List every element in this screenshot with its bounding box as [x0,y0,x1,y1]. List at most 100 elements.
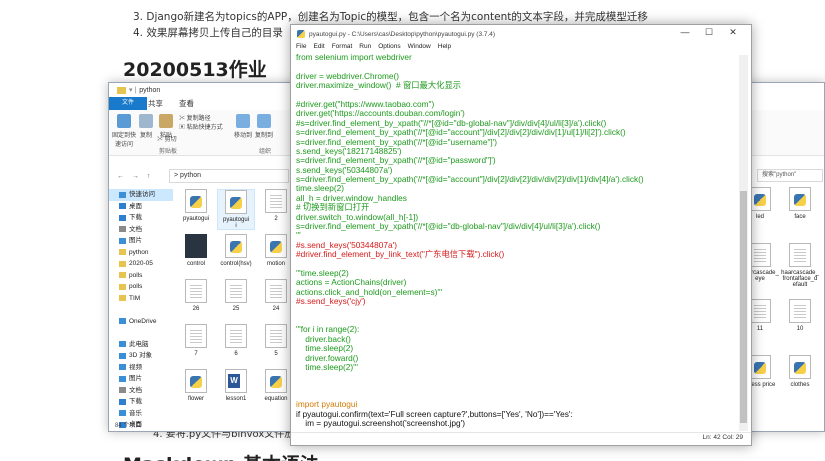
file-item[interactable]: control [177,234,215,267]
sidebar-item-label: 此电脑 [129,340,149,348]
file-item[interactable]: 7 [177,324,215,357]
folder-icon [119,191,126,198]
assignment-heading: 20200513作业 [123,59,267,81]
file-item[interactable]: flower [177,369,215,402]
sidebar-item[interactable]: 3D 对象 [109,350,173,362]
copy-to-button[interactable]: 复制到 [254,114,274,139]
explorer-title: python [139,86,161,94]
close-button[interactable]: ✕ [721,27,745,38]
file-item[interactable]: control(hsv) [217,234,255,267]
sidebar-item[interactable]: 下载 [109,396,173,408]
sidebar-item-label: 文档 [129,225,142,233]
sidebar-item[interactable]: 文档 [109,385,173,397]
code-line: '''for i in range(2): [296,324,360,335]
code-line: driver.foward() [296,352,359,363]
sidebar-item-label: 图片 [129,237,142,244]
file-item[interactable]: pyautogui [177,189,215,222]
folder-icon [119,237,126,244]
sidebar-item-label: polls [129,271,143,279]
sidebar-item[interactable]: 下载 [109,212,173,224]
sidebar-item[interactable]: 图片 [109,373,173,385]
file-label: pyautogui i [222,217,250,229]
file-label: control [186,261,205,267]
sidebar-item[interactable]: polls [109,270,173,282]
file-item[interactable]: clothes [781,355,819,388]
sidebar-item[interactable]: OneDrive [109,316,173,328]
file-label: control(hsv) [220,261,252,267]
sidebar-item[interactable]: 音乐 [109,408,173,420]
sidebar-item[interactable]: 快速访问 [109,189,173,201]
code-line: driver.back() [296,333,351,344]
sidebar-item[interactable]: 2020-05 [109,258,173,270]
sidebar-item-label: 文档 [129,386,142,394]
text-file-icon [265,324,287,348]
cut-button[interactable]: ✂ 剪切 [157,134,187,143]
folder-icon [119,214,126,221]
tab-file[interactable]: 文件 [109,97,147,110]
sidebar-item-label: 桌面 [129,202,142,210]
text-file-icon [789,299,811,323]
file-item[interactable]: lesson1 [217,369,255,402]
code-line: #driver.find_element_by_link_text("广东电信下… [296,249,505,260]
maximize-button[interactable]: ☐ [697,27,721,38]
file-item[interactable]: 26 [177,279,215,312]
sidebar-item[interactable]: python [109,247,173,259]
file-item[interactable]: face [781,187,819,220]
paste-shortcut-button[interactable]: ▣ 粘贴快捷方式 [179,122,229,131]
sidebar-item[interactable]: 此电脑 [109,339,173,351]
pin-to-quick-access-button[interactable]: 固定到快速访问 [111,114,137,148]
code-line: s=driver.find_element_by_xpath('//*[@id=… [296,174,644,185]
folder-icon [119,272,126,279]
file-label: 7 [194,351,198,357]
code-line: time.sleep(2)''' [296,361,358,372]
list-item: 3. Django新建名为topics的APP，创建名为Topic的模型，包含一… [133,11,648,23]
code-line: s=driver.find_element_by_xpath('//*[@id=… [296,221,601,232]
sidebar-item-label: python [129,248,149,256]
sidebar-item[interactable]: 图片 [109,235,173,247]
folder-icon [119,398,126,405]
folder-icon [117,86,126,94]
minimize-button[interactable]: — [673,27,697,38]
copy-to-icon [257,114,271,128]
move-to-button[interactable]: 移动到 [233,114,253,139]
idle-titlebar: pyautogui.py - C:\Users\cas\Desktop\pyth… [291,25,751,43]
quick-access-toolbar[interactable]: ▾ | [129,86,136,94]
python-file-icon [265,234,287,258]
sidebar-item[interactable]: TIM [109,293,173,305]
text-file-icon [749,299,771,323]
sidebar-item[interactable]: 视频 [109,362,173,374]
sidebar-item-label: 3D 对象 [129,352,153,359]
nav-buttons[interactable]: ← → ↑ [109,173,169,180]
cursor-position: Ln: 42 Col: 29 [702,434,743,441]
item-count-status: 84 个项目 [115,423,142,429]
sidebar-item[interactable]: 文档 [109,224,173,236]
sidebar-item [109,327,173,339]
copy-button[interactable]: 复制 [137,114,155,139]
sidebar-item[interactable]: polls [109,281,173,293]
file-item[interactable]: 10 [781,299,819,332]
tab-view[interactable]: 查看 [171,97,202,110]
python-file-icon [185,189,207,213]
folder-icon [119,387,126,394]
editor-scrollbar[interactable] [739,55,748,431]
copy-path-button[interactable]: ✂ 复制路径 [179,113,229,122]
python-file-icon [749,355,771,379]
folder-icon [119,375,126,382]
sidebar-item-label: TIM [129,294,141,302]
scrollbar-thumb[interactable] [740,191,747,423]
text-file-icon [225,279,247,303]
file-item[interactable]: pyautogui i [217,189,255,230]
code-editor[interactable]: from selenium import webdriver driver = w… [296,53,736,429]
file-item[interactable]: 25 [217,279,255,312]
file-item[interactable]: 6 [217,324,255,357]
text-file-icon [265,189,287,213]
sidebar-item[interactable]: 桌面 [109,201,173,213]
code-line: driver.maximize_window() # 窗口最大化显示 [296,80,462,91]
code-line: im = pyautogui.screenshot('screenshot.jp… [296,418,465,429]
search-input[interactable]: 搜索"python" [757,169,823,182]
file-item[interactable]: haarcascade_frontalface_default [781,243,819,288]
address-bar[interactable]: > python [169,169,289,183]
idle-statusbar [291,432,751,445]
shortcut-icon: ▣ [179,125,187,131]
